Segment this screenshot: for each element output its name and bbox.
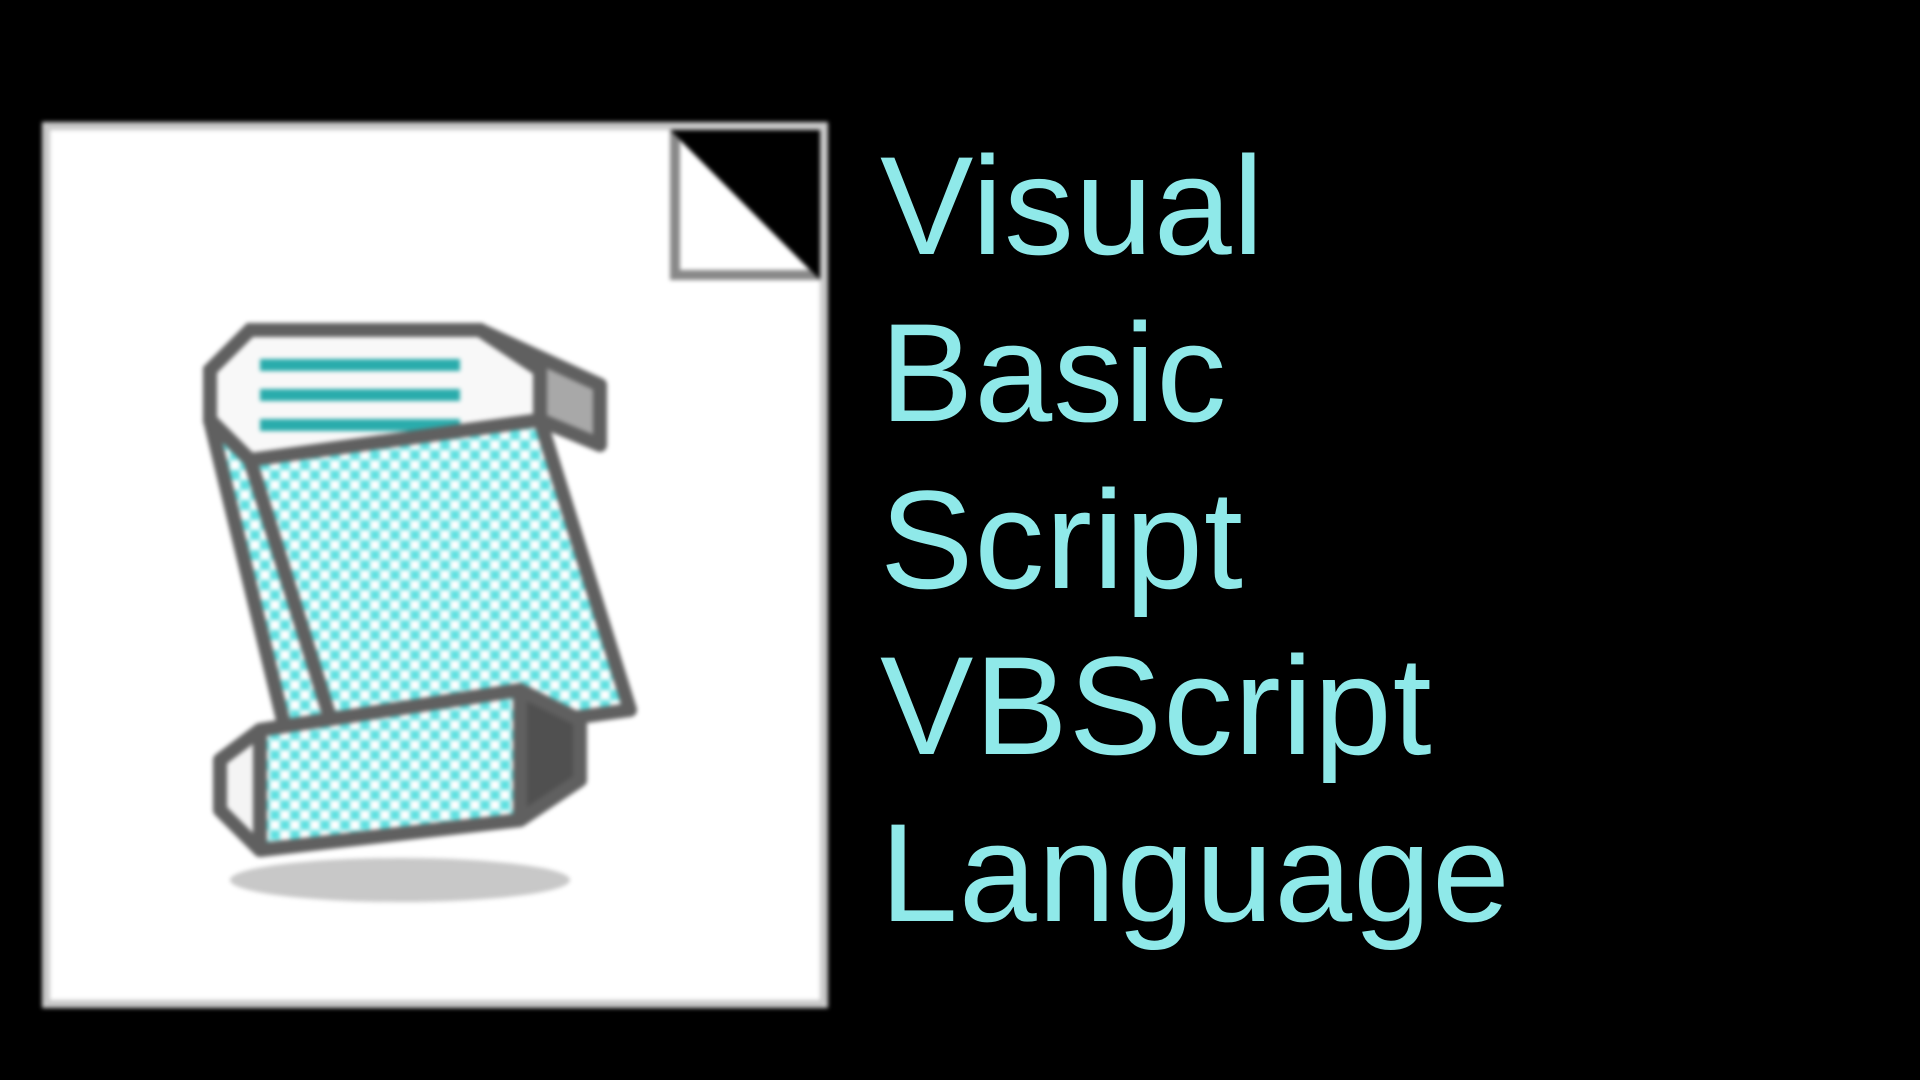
title-line-5: Language (880, 795, 1880, 952)
vbscript-file-icon (40, 90, 820, 990)
script-scroll-svg (190, 290, 690, 920)
title-line-4: VBScript (880, 628, 1880, 785)
title-block: Visual Basic Script VBScript Language (820, 128, 1880, 952)
script-scroll-icon (190, 290, 690, 920)
slide-container: Visual Basic Script VBScript Language (0, 0, 1920, 1080)
title-line-3: Script (880, 462, 1880, 619)
title-line-1: Visual (880, 128, 1880, 285)
title-line-2: Basic (880, 295, 1880, 452)
document-page (50, 130, 820, 1000)
